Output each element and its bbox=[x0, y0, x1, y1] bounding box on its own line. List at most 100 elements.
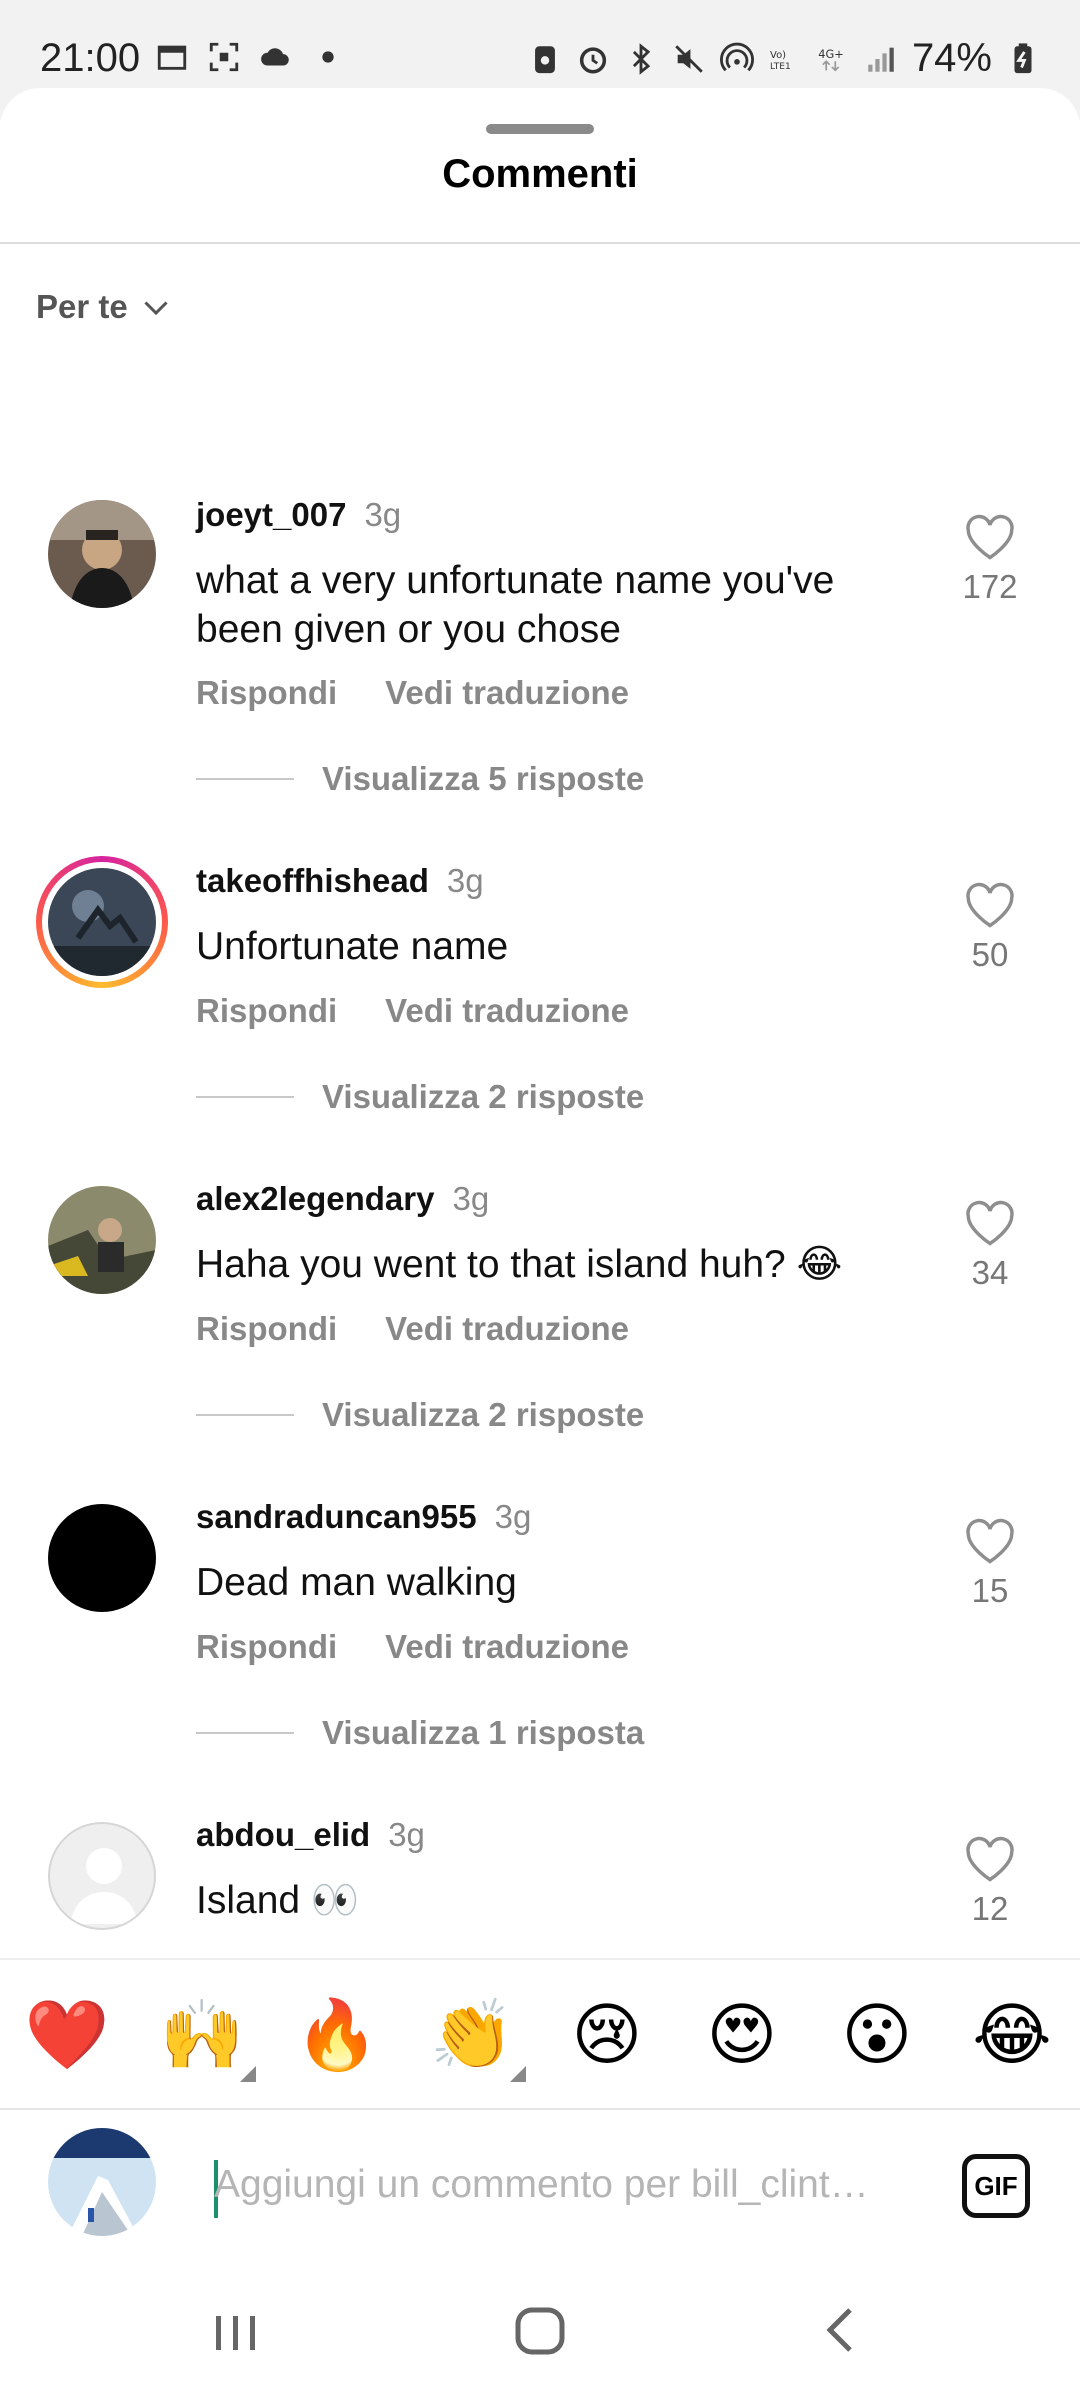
like-button[interactable]: 172 bbox=[950, 514, 1030, 606]
status-icons-left bbox=[155, 40, 345, 74]
comment-username[interactable]: abdou_elid bbox=[196, 1816, 370, 1854]
reply-button[interactable]: Rispondi bbox=[196, 1310, 337, 1348]
view-replies-button[interactable]: Visualizza 1 risposta bbox=[196, 1714, 644, 1752]
battery-icon bbox=[1014, 42, 1032, 73]
comment-time: 3g bbox=[388, 1816, 425, 1853]
comment-input[interactable] bbox=[214, 2152, 914, 2218]
like-button[interactable]: 15 bbox=[950, 1518, 1030, 1610]
avatar[interactable] bbox=[48, 1186, 156, 1294]
comment-actions: Rispondi Vedi traduzione bbox=[196, 992, 629, 1030]
comment-composer: GIF bbox=[0, 2108, 1080, 2258]
comment-header: takeoffhishead 3g bbox=[196, 862, 484, 900]
screenshot-icon bbox=[209, 42, 239, 72]
comment-text: what a very unfortunate name you've been… bbox=[196, 556, 916, 654]
mute-icon bbox=[675, 44, 703, 73]
view-replies-button[interactable]: Visualizza 2 risposte bbox=[196, 1396, 644, 1434]
like-count: 15 bbox=[971, 1572, 1009, 1609]
comment-text: Haha you went to that island huh? 😂 bbox=[196, 1243, 843, 1286]
comment-header: alex2legendary 3g bbox=[196, 1180, 489, 1218]
emoji-fire[interactable]: 🔥 bbox=[292, 1990, 382, 2080]
gif-button[interactable]: GIF bbox=[962, 2154, 1030, 2218]
comment-time: 3g bbox=[446, 862, 484, 899]
comment-time: 3g bbox=[494, 1498, 532, 1535]
like-count: 172 bbox=[962, 568, 1018, 605]
comment-text: Dead man walking bbox=[196, 1561, 517, 1604]
view-replies-label: Visualizza 2 risposte bbox=[322, 1078, 645, 1115]
emoji-surprised[interactable]: 😮 bbox=[832, 1990, 922, 2080]
comment-actions: Rispondi Vedi traduzione bbox=[196, 674, 629, 712]
avatar[interactable] bbox=[48, 1504, 156, 1612]
sort-dropdown[interactable]: Per te bbox=[36, 288, 174, 326]
avatar[interactable] bbox=[48, 500, 156, 608]
comment-text: Island 👀 bbox=[196, 1879, 360, 1922]
view-replies-button[interactable]: Visualizza 2 risposte bbox=[196, 1078, 644, 1116]
comment-username[interactable]: alex2legendary bbox=[196, 1180, 434, 1218]
dot-icon bbox=[322, 51, 334, 63]
reply-button[interactable]: Rispondi bbox=[196, 992, 337, 1030]
reply-button[interactable]: Rispondi bbox=[196, 674, 337, 712]
status-icons-right: Vo) LTE1 4G+ 74% bbox=[528, 36, 1040, 81]
translate-button[interactable]: Vedi traduzione bbox=[385, 674, 629, 712]
calendar-icon bbox=[157, 45, 187, 70]
comment-actions: Rispondi Vedi traduzione bbox=[196, 1310, 629, 1348]
view-replies-label: Visualizza 2 risposte bbox=[322, 1396, 645, 1433]
translate-button[interactable]: Vedi traduzione bbox=[385, 1310, 629, 1348]
translate-button[interactable]: Vedi traduzione bbox=[385, 992, 629, 1030]
cloud-icon bbox=[261, 48, 289, 66]
like-count: 34 bbox=[971, 1254, 1009, 1291]
heart-icon bbox=[966, 882, 1014, 928]
translate-button[interactable]: Vedi traduzione bbox=[385, 1628, 629, 1666]
emoji-crying[interactable]: 😢 bbox=[562, 1990, 652, 2080]
view-replies-label: Visualizza 1 risposta bbox=[322, 1714, 645, 1751]
comment-username[interactable]: sandraduncan955 bbox=[196, 1498, 477, 1536]
like-count: 50 bbox=[971, 936, 1009, 973]
sort-label: Per te bbox=[36, 288, 128, 325]
avatar[interactable] bbox=[48, 1822, 156, 1930]
avatar-story-ring[interactable] bbox=[36, 856, 168, 988]
network-4g-icon: 4G+ bbox=[818, 46, 844, 72]
view-replies-label: Visualizza 5 risposte bbox=[322, 760, 645, 797]
svg-text:LTE1: LTE1 bbox=[770, 62, 791, 72]
skin-tone-indicator-icon bbox=[510, 2066, 526, 2082]
emoji-reaction-bar: ❤️ 🙌 🔥 👏 😢 😍 😮 😂 bbox=[0, 1958, 1080, 2108]
divider bbox=[0, 242, 1080, 244]
reply-button[interactable]: Rispondi bbox=[196, 1628, 337, 1666]
like-button[interactable]: 12 bbox=[950, 1836, 1030, 1928]
emoji-tears-of-joy[interactable]: 😂 bbox=[967, 1990, 1057, 2080]
alarm-icon bbox=[579, 46, 607, 74]
svg-text:4G+: 4G+ bbox=[818, 46, 843, 60]
hotspot-icon bbox=[719, 42, 754, 71]
comment-text-line: what a very unfortunate name you've bbox=[196, 559, 835, 602]
emoji-heart-eyes[interactable]: 😍 bbox=[697, 1990, 787, 2080]
own-avatar[interactable] bbox=[48, 2128, 156, 2236]
sheet-drag-handle[interactable] bbox=[486, 124, 594, 134]
status-time: 21:00 bbox=[40, 36, 141, 80]
battery-saver-icon bbox=[535, 45, 555, 73]
comment-text: Unfortunate name bbox=[196, 925, 509, 968]
replies-line bbox=[196, 1096, 294, 1098]
comment-header: abdou_elid 3g bbox=[196, 1816, 425, 1854]
emoji-raised-hands[interactable]: 🙌 bbox=[157, 1990, 247, 2080]
volte-icon: Vo)LTE1 bbox=[770, 50, 791, 72]
emoji-clapping[interactable]: 👏 bbox=[427, 1990, 517, 2080]
like-button[interactable]: 50 bbox=[950, 882, 1030, 974]
like-button[interactable]: 34 bbox=[950, 1200, 1030, 1292]
default-avatar-icon bbox=[70, 1848, 138, 1924]
recent-apps-icon[interactable] bbox=[196, 2298, 276, 2362]
comment-username[interactable]: takeoffhishead bbox=[196, 862, 429, 900]
bluetooth-icon bbox=[632, 42, 651, 75]
view-replies-button[interactable]: Visualizza 5 risposte bbox=[196, 760, 644, 798]
comment-username[interactable]: joeyt_007 bbox=[196, 496, 346, 534]
comment-header: joeyt_007 3g bbox=[196, 496, 401, 534]
comment-text-line: been given or you chose bbox=[196, 608, 621, 651]
replies-line bbox=[196, 1414, 294, 1416]
home-icon[interactable] bbox=[500, 2298, 580, 2362]
system-nav-bar bbox=[0, 2258, 1080, 2400]
emoji-heart[interactable]: ❤️ bbox=[22, 1990, 112, 2080]
back-icon[interactable] bbox=[802, 2298, 882, 2362]
battery-percent: 74% bbox=[911, 36, 992, 80]
replies-line bbox=[196, 778, 294, 780]
comment-actions: Rispondi Vedi traduzione bbox=[196, 1628, 629, 1666]
heart-icon bbox=[966, 1200, 1014, 1246]
page-title: Commenti bbox=[442, 152, 638, 196]
